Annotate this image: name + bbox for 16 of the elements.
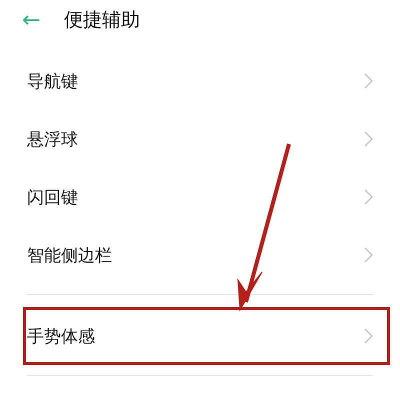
row-label: 手势体感 <box>27 326 95 348</box>
row-label: 闪回键 <box>27 186 78 208</box>
highlighted-settings-row[interactable]: 手势体感 <box>23 307 390 365</box>
chevron-icon <box>364 247 373 263</box>
settings-row[interactable]: 智能侧边栏 <box>27 226 373 284</box>
settings-row[interactable]: 闪回键 <box>27 168 373 226</box>
chevron-icon <box>364 189 373 205</box>
settings-row[interactable]: 导航键 <box>27 52 373 110</box>
chevron-icon <box>364 73 373 89</box>
chevron-icon <box>364 328 373 344</box>
settings-row[interactable]: 悬浮球 <box>27 110 373 168</box>
row-label: 智能侧边栏 <box>27 244 112 266</box>
chevron-icon <box>364 131 373 147</box>
page-title: 便捷辅助 <box>64 8 140 33</box>
row-label: 悬浮球 <box>27 128 78 150</box>
row-label: 导航键 <box>27 70 78 92</box>
